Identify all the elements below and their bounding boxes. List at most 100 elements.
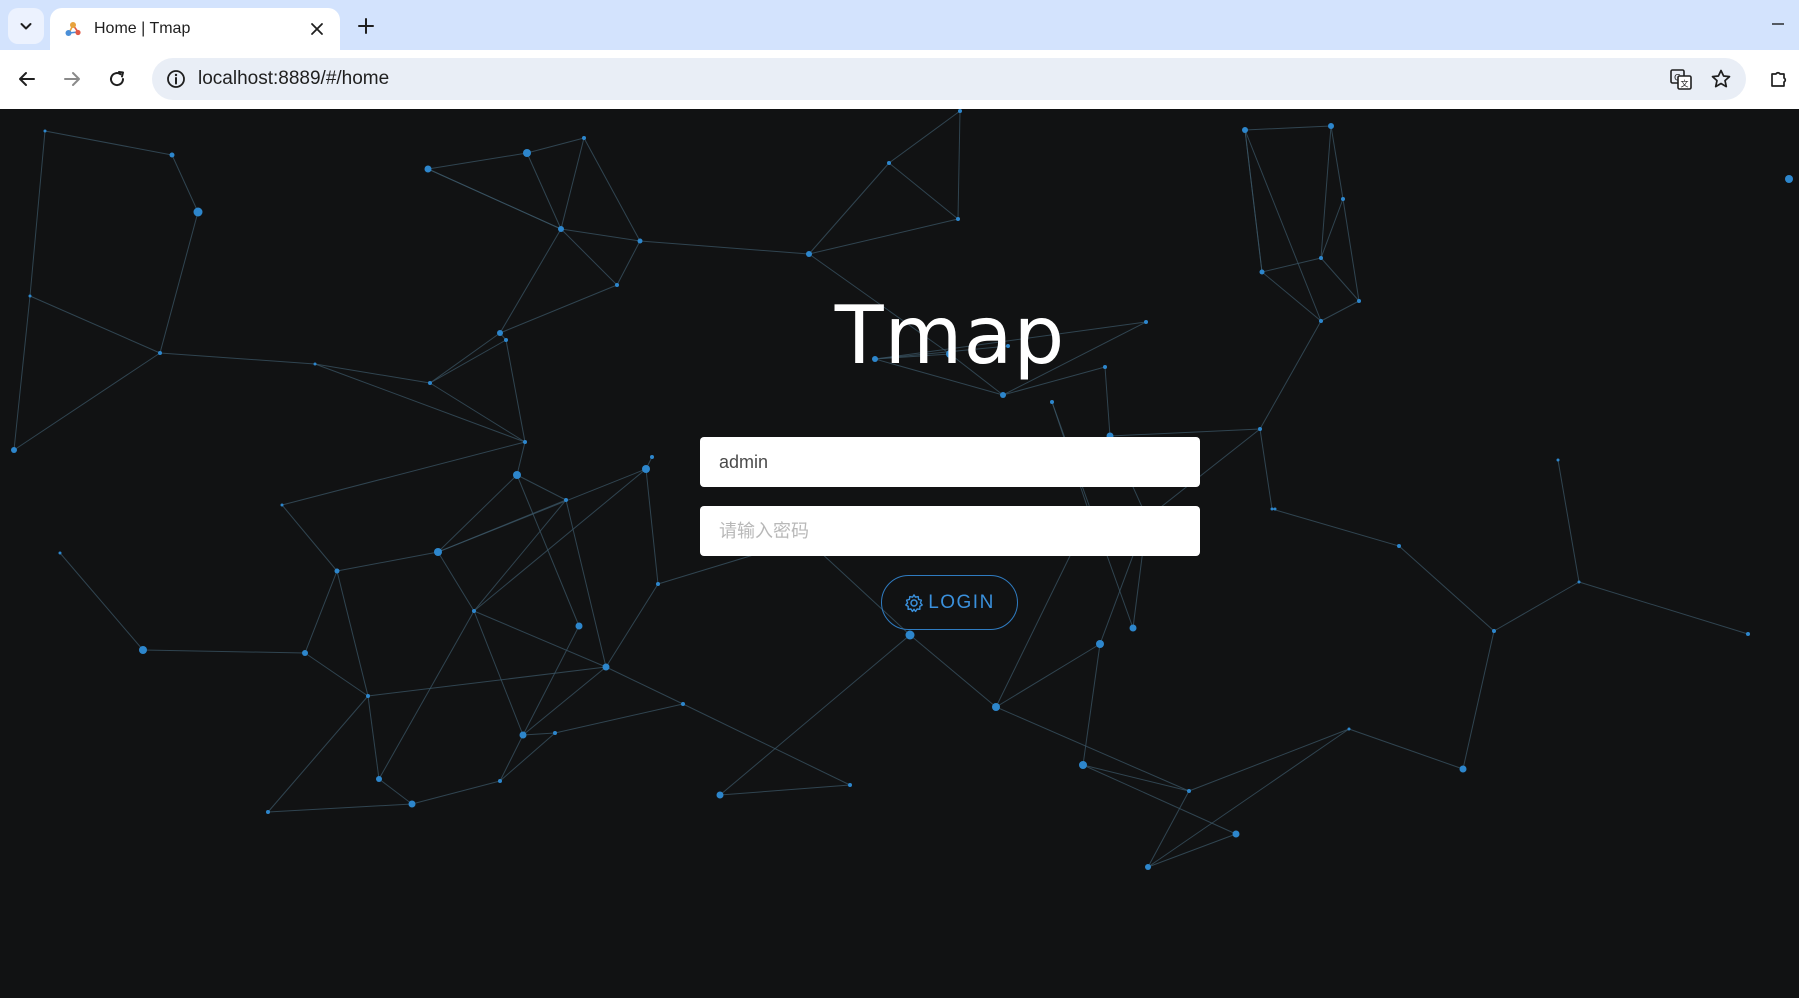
reload-icon [110,71,125,87]
network-link [1244,125,1332,131]
network-link [473,499,567,612]
network-node [523,149,531,157]
network-node [472,609,476,613]
app-title: Tmap [834,289,1066,382]
login-panel: Tmap LOGIN [700,109,1200,998]
network-link [142,649,306,654]
network-link [1320,125,1332,259]
network-link [565,499,607,668]
network-link [499,284,618,334]
back-button[interactable] [10,62,44,96]
network-link [505,339,526,443]
network-link [378,778,413,805]
network-link [367,695,380,780]
gear-icon [905,593,924,612]
network-link [1271,508,1400,547]
network-node [1785,175,1793,183]
network-node [1341,197,1345,201]
network-node [302,650,308,656]
close-icon [311,23,323,35]
network-node [1259,269,1265,275]
network-link [304,570,338,654]
translate-button[interactable]: G文 [1666,64,1696,94]
network-node [266,810,270,814]
minimize-button[interactable] [1766,12,1790,36]
network-node [523,440,527,444]
login-button[interactable]: LOGIN [881,575,1018,630]
network-node [656,582,660,586]
network-link [1188,728,1350,792]
network-node [1242,127,1248,133]
network-node [280,503,284,507]
star-icon [1711,69,1731,88]
network-node [428,381,432,385]
network-node [1357,299,1361,303]
network-node [1556,458,1560,462]
network-link [473,610,607,668]
network-link [437,474,518,553]
tab-home[interactable]: Home | Tmap [50,8,340,50]
network-link [59,552,144,651]
network-node [58,551,62,555]
password-input[interactable] [700,506,1200,556]
network-node [1347,727,1351,731]
network-node [602,663,610,671]
network-link [645,468,659,585]
login-label: LOGIN [928,591,995,613]
forward-button[interactable] [55,62,89,96]
network-link [427,152,528,170]
extensions-button[interactable] [1762,62,1796,96]
bookmark-button[interactable] [1706,64,1736,94]
network-node [498,779,502,783]
username-input[interactable] [700,437,1200,487]
network-link [314,363,431,384]
site-info-button[interactable] [164,67,188,91]
tab-search-button[interactable] [8,8,44,44]
reload-button[interactable] [100,62,134,96]
network-link [378,610,475,780]
network-node [1319,319,1323,323]
network-node [637,238,643,244]
network-link [560,228,641,242]
network-node [575,622,583,630]
network-link [267,803,413,813]
network-node [376,776,382,782]
network-link [437,499,567,553]
network-node [1492,629,1496,633]
network-node [169,152,175,158]
network-node [158,351,162,355]
network-link [583,137,641,242]
network-node [1273,507,1277,511]
network-link [526,137,585,154]
network-link [499,734,524,782]
network-link [1261,257,1322,273]
network-node [313,362,317,366]
arrow-left-icon [19,72,35,86]
network-link [499,228,562,334]
network-link [281,441,526,506]
network-node [408,800,416,808]
network-node [513,471,521,479]
network-link [605,583,659,668]
network-link [526,152,562,230]
network-link [267,695,369,813]
network-link [429,332,501,384]
network-link [314,363,526,443]
address-bar[interactable]: localhost:8889/#/home G文 [152,58,1746,100]
network-node [193,207,203,217]
network-node [1232,830,1240,838]
new-tab-button[interactable] [352,12,380,40]
network-node [1459,765,1467,773]
minimize-icon [1772,23,1784,25]
network-node [519,731,527,739]
info-icon [167,70,185,88]
svg-text:文: 文 [1681,79,1689,89]
network-link [554,703,684,734]
network-link [473,468,647,612]
tab-strip: Home | Tmap [0,0,1799,50]
tab-close-button[interactable] [306,18,328,40]
network-node [43,129,47,133]
network-link [159,211,199,354]
tmap-logo-icon [65,22,81,36]
network-link [171,154,199,213]
